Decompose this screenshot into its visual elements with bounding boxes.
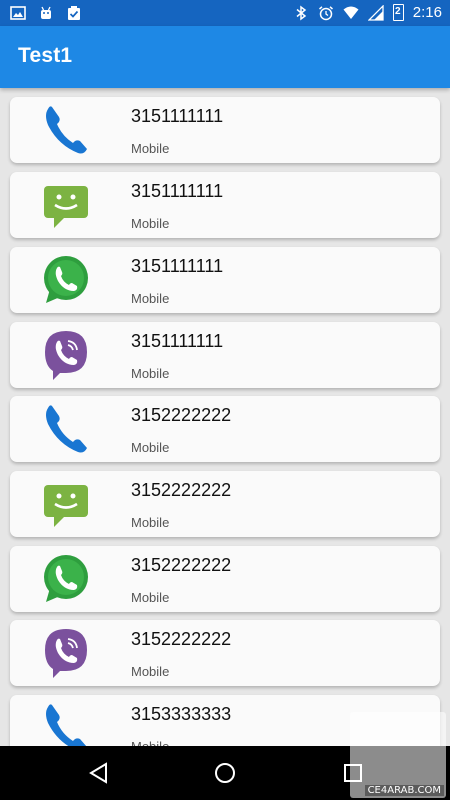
phone-type: Mobile — [131, 216, 170, 231]
phone-number: 3152222222 — [131, 555, 232, 575]
status-time: 2:16 — [412, 4, 442, 21]
phone-type: Mobile — [131, 664, 170, 679]
contact-card[interactable]: 3152222222 Mobile — [10, 546, 440, 612]
phone-number: 3152222222 — [131, 629, 232, 649]
alarm-icon — [318, 5, 333, 20]
back-icon[interactable] — [86, 760, 112, 786]
bluetooth-icon — [296, 5, 307, 20]
battery-level: 2 — [395, 6, 401, 17]
wifi-icon — [343, 6, 359, 19]
phone-type: Mobile — [131, 291, 170, 306]
battery-icon: 2 — [392, 4, 404, 21]
phone-number: 3151111111 — [131, 106, 224, 126]
phone-number: 3151111111 — [131, 181, 224, 201]
signal-icon — [367, 4, 384, 21]
phone-icon[interactable] — [40, 402, 90, 456]
watermark: CE4ARAB.COM — [350, 712, 446, 798]
app-bar: Test1 — [0, 26, 450, 88]
phone-number: 3152222222 — [131, 480, 232, 500]
phone-type: Mobile — [131, 739, 169, 746]
contact-card[interactable]: 3152222222 Mobile — [10, 396, 440, 462]
whatsapp-icon[interactable] — [40, 253, 90, 307]
status-bar: 2 2:16 — [0, 0, 450, 26]
phone-number: 3152222222 — [131, 405, 232, 425]
home-icon[interactable] — [212, 760, 238, 786]
phone-number: 3151111111 — [131, 331, 224, 351]
phone-type: Mobile — [131, 440, 170, 455]
phone-number: 3151111111 — [131, 256, 224, 276]
viber-icon[interactable] — [40, 626, 90, 680]
phone-icon[interactable] — [40, 103, 90, 157]
phone-icon[interactable] — [40, 701, 90, 746]
phone-number: 3153333333 — [131, 704, 232, 724]
app-title: Test1 — [18, 44, 73, 67]
phone-type: Mobile — [131, 141, 170, 156]
viber-icon[interactable] — [40, 328, 90, 382]
whatsapp-icon[interactable] — [40, 552, 90, 606]
contact-card[interactable]: 3151111111 Mobile — [10, 172, 440, 238]
sms-icon[interactable] — [40, 477, 90, 531]
phone-type: Mobile — [131, 515, 170, 530]
contact-card[interactable]: 3151111111 Mobile — [10, 322, 440, 388]
contact-card[interactable]: 3152222222 Mobile — [10, 620, 440, 686]
clipboard-check-icon — [68, 6, 80, 20]
contact-card[interactable]: 3151111111 Mobile — [10, 247, 440, 313]
contact-list[interactable]: 3151111111 Mobile 3151111111 Mobile 3151… — [0, 88, 450, 746]
watermark-text: CE4ARAB.COM — [364, 785, 444, 796]
sms-icon[interactable] — [40, 178, 90, 232]
contact-card[interactable]: 3152222222 Mobile — [10, 471, 440, 537]
gallery-icon — [10, 6, 26, 20]
phone-type: Mobile — [131, 366, 170, 381]
phone-type: Mobile — [131, 590, 170, 605]
android-icon — [41, 6, 51, 19]
contact-card[interactable]: 3151111111 Mobile — [10, 97, 440, 163]
